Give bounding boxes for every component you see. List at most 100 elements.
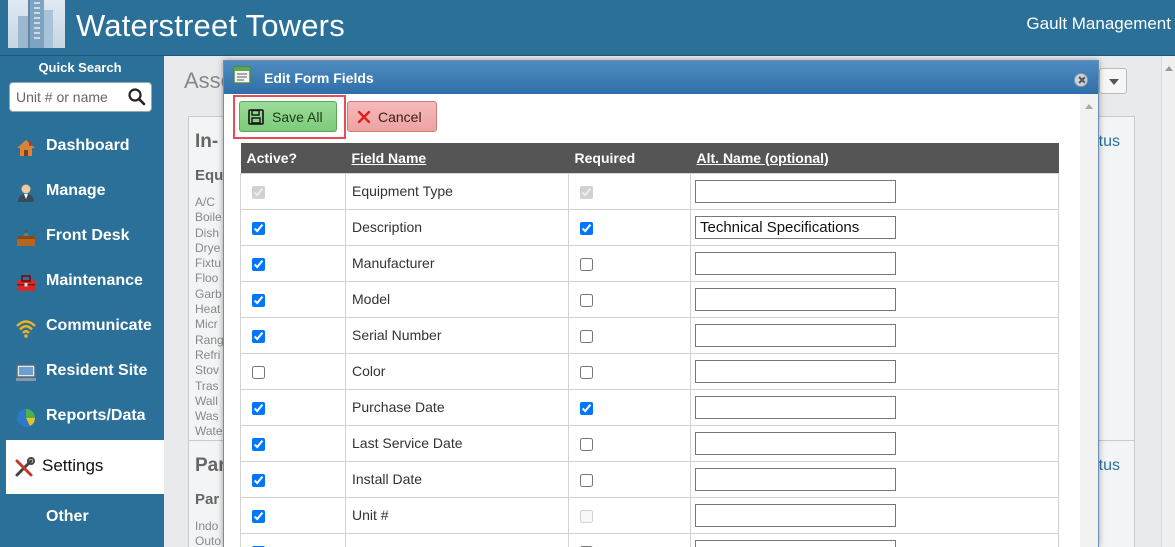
alt-name-input[interactable] bbox=[695, 287, 896, 311]
save-all-button[interactable]: Save All bbox=[239, 101, 337, 132]
cancel-button[interactable]: Cancel bbox=[347, 101, 437, 132]
toolbox-icon bbox=[17, 275, 35, 291]
sidebar-item-dashboard[interactable]: Dashboard bbox=[6, 125, 164, 169]
list-item: Stov bbox=[195, 363, 220, 378]
list-item: A/C bbox=[195, 195, 216, 209]
dialog-titlebar[interactable]: Edit Form Fields bbox=[224, 61, 1098, 94]
active-checkbox[interactable] bbox=[252, 185, 265, 199]
alt-name-cell bbox=[690, 316, 1059, 354]
column-header-required: Required bbox=[568, 143, 691, 173]
page-scrollbar[interactable] bbox=[1161, 56, 1175, 547]
dialog-body: Save All Cancel Active? Field Name Requi… bbox=[224, 94, 1098, 547]
active-checkbox[interactable] bbox=[252, 257, 265, 271]
required-checkbox[interactable] bbox=[580, 401, 593, 415]
floppy-disk-icon bbox=[248, 109, 264, 125]
required-cell bbox=[568, 424, 691, 462]
sidebar-item-label: Manage bbox=[46, 182, 106, 199]
required-checkbox[interactable] bbox=[580, 509, 593, 523]
sidebar-item-front-desk[interactable]: Front Desk bbox=[6, 215, 164, 259]
required-checkbox[interactable] bbox=[580, 437, 593, 451]
dialog-scrollbar[interactable] bbox=[1080, 94, 1098, 547]
field-name-cell: Last Service Date bbox=[345, 424, 569, 462]
alt-name-input[interactable] bbox=[695, 467, 896, 491]
panel-status-label: tus bbox=[1098, 457, 1120, 474]
alt-name-input[interactable] bbox=[695, 251, 896, 275]
sidebar-item-maintenance[interactable]: Maintenance bbox=[6, 260, 164, 304]
form-fields-table: Active? Field Name Required Alt. Name (o… bbox=[240, 143, 1059, 547]
list-item: Wall bbox=[195, 393, 218, 408]
panel-heading: Par bbox=[195, 455, 226, 476]
sidebar-item-label: Dashboard bbox=[46, 137, 130, 154]
list-item: Micr bbox=[195, 317, 218, 332]
search-icon[interactable] bbox=[127, 87, 147, 107]
required-cell bbox=[568, 280, 691, 318]
list-item: Wate bbox=[195, 424, 223, 439]
alt-name-cell bbox=[690, 280, 1059, 318]
required-checkbox[interactable] bbox=[580, 329, 593, 343]
list-item: Boile bbox=[195, 210, 222, 225]
sidebar-item-resident-site[interactable]: Resident Site bbox=[6, 350, 164, 394]
close-x-icon bbox=[357, 110, 371, 124]
list-item: Refri bbox=[195, 347, 221, 362]
org-name[interactable]: Gault Management bbox=[1026, 14, 1171, 34]
alt-name-input[interactable] bbox=[695, 323, 896, 347]
column-header-field-name[interactable]: Field Name bbox=[345, 143, 569, 173]
active-checkbox[interactable] bbox=[252, 473, 265, 487]
page-select-dropdown[interactable] bbox=[1099, 68, 1127, 94]
alt-name-input[interactable] bbox=[695, 179, 896, 203]
required-checkbox[interactable] bbox=[580, 257, 593, 271]
sidebar-item-reports-data[interactable]: Reports/Data bbox=[6, 395, 164, 439]
alt-name-cell bbox=[690, 388, 1059, 426]
required-checkbox[interactable] bbox=[580, 221, 593, 235]
active-checkbox[interactable] bbox=[252, 509, 265, 523]
active-checkbox[interactable] bbox=[252, 293, 265, 307]
required-checkbox[interactable] bbox=[580, 473, 593, 487]
table-row: Purchase Date bbox=[240, 388, 1059, 426]
list-item: Rang bbox=[195, 332, 224, 347]
sidebar-item-communicate[interactable]: Communicate bbox=[6, 305, 164, 349]
table-row bbox=[240, 532, 1059, 547]
required-cell bbox=[568, 244, 691, 282]
active-cell bbox=[240, 316, 346, 354]
active-checkbox[interactable] bbox=[252, 437, 265, 451]
active-cell bbox=[240, 280, 346, 318]
equipment-list: A/C Boile Dish Drye Fixtu Floo Garb Heat… bbox=[195, 195, 225, 440]
dialog-title: Edit Form Fields bbox=[264, 70, 374, 86]
site-title[interactable]: Waterstreet Towers bbox=[76, 8, 345, 44]
field-name-cell: Unit # bbox=[345, 496, 569, 534]
required-checkbox[interactable] bbox=[580, 365, 593, 379]
sidebar-item-label: Resident Site bbox=[46, 362, 148, 379]
list-item: Fixtu bbox=[195, 256, 222, 271]
required-cell bbox=[568, 352, 691, 390]
alt-name-input[interactable] bbox=[695, 359, 896, 383]
sidebar-item-manage[interactable]: Manage bbox=[6, 170, 164, 214]
sidebar-item-settings[interactable]: Settings bbox=[6, 440, 164, 494]
form-icon bbox=[233, 66, 251, 84]
active-cell bbox=[240, 172, 346, 210]
table-row: Model bbox=[240, 280, 1059, 318]
required-cell bbox=[568, 172, 691, 210]
column-header-alt-name[interactable]: Alt. Name (optional) bbox=[690, 143, 1059, 173]
required-cell bbox=[568, 316, 691, 354]
active-checkbox[interactable] bbox=[252, 221, 265, 235]
required-checkbox[interactable] bbox=[580, 293, 593, 307]
alt-name-input[interactable] bbox=[695, 395, 896, 419]
required-checkbox[interactable] bbox=[580, 185, 593, 199]
active-checkbox[interactable] bbox=[252, 365, 265, 379]
list-item: Outo bbox=[195, 534, 222, 547]
active-checkbox[interactable] bbox=[252, 401, 265, 415]
alt-name-input[interactable] bbox=[695, 503, 896, 527]
alt-name-input[interactable] bbox=[695, 215, 896, 239]
active-checkbox[interactable] bbox=[252, 329, 265, 343]
alt-name-input[interactable] bbox=[695, 539, 896, 547]
quick-search-input[interactable] bbox=[16, 88, 126, 106]
app-header: Waterstreet Towers Gault Management bbox=[0, 0, 1175, 56]
field-name-cell: Serial Number bbox=[345, 316, 569, 354]
alt-name-input[interactable] bbox=[695, 431, 896, 455]
house-icon bbox=[17, 140, 35, 156]
close-icon[interactable] bbox=[1074, 73, 1088, 87]
sidebar-item-other[interactable]: Other bbox=[6, 496, 164, 540]
field-name-cell: Equipment Type bbox=[345, 172, 569, 210]
desk-bell-icon bbox=[17, 229, 35, 246]
cancel-label: Cancel bbox=[378, 109, 422, 125]
